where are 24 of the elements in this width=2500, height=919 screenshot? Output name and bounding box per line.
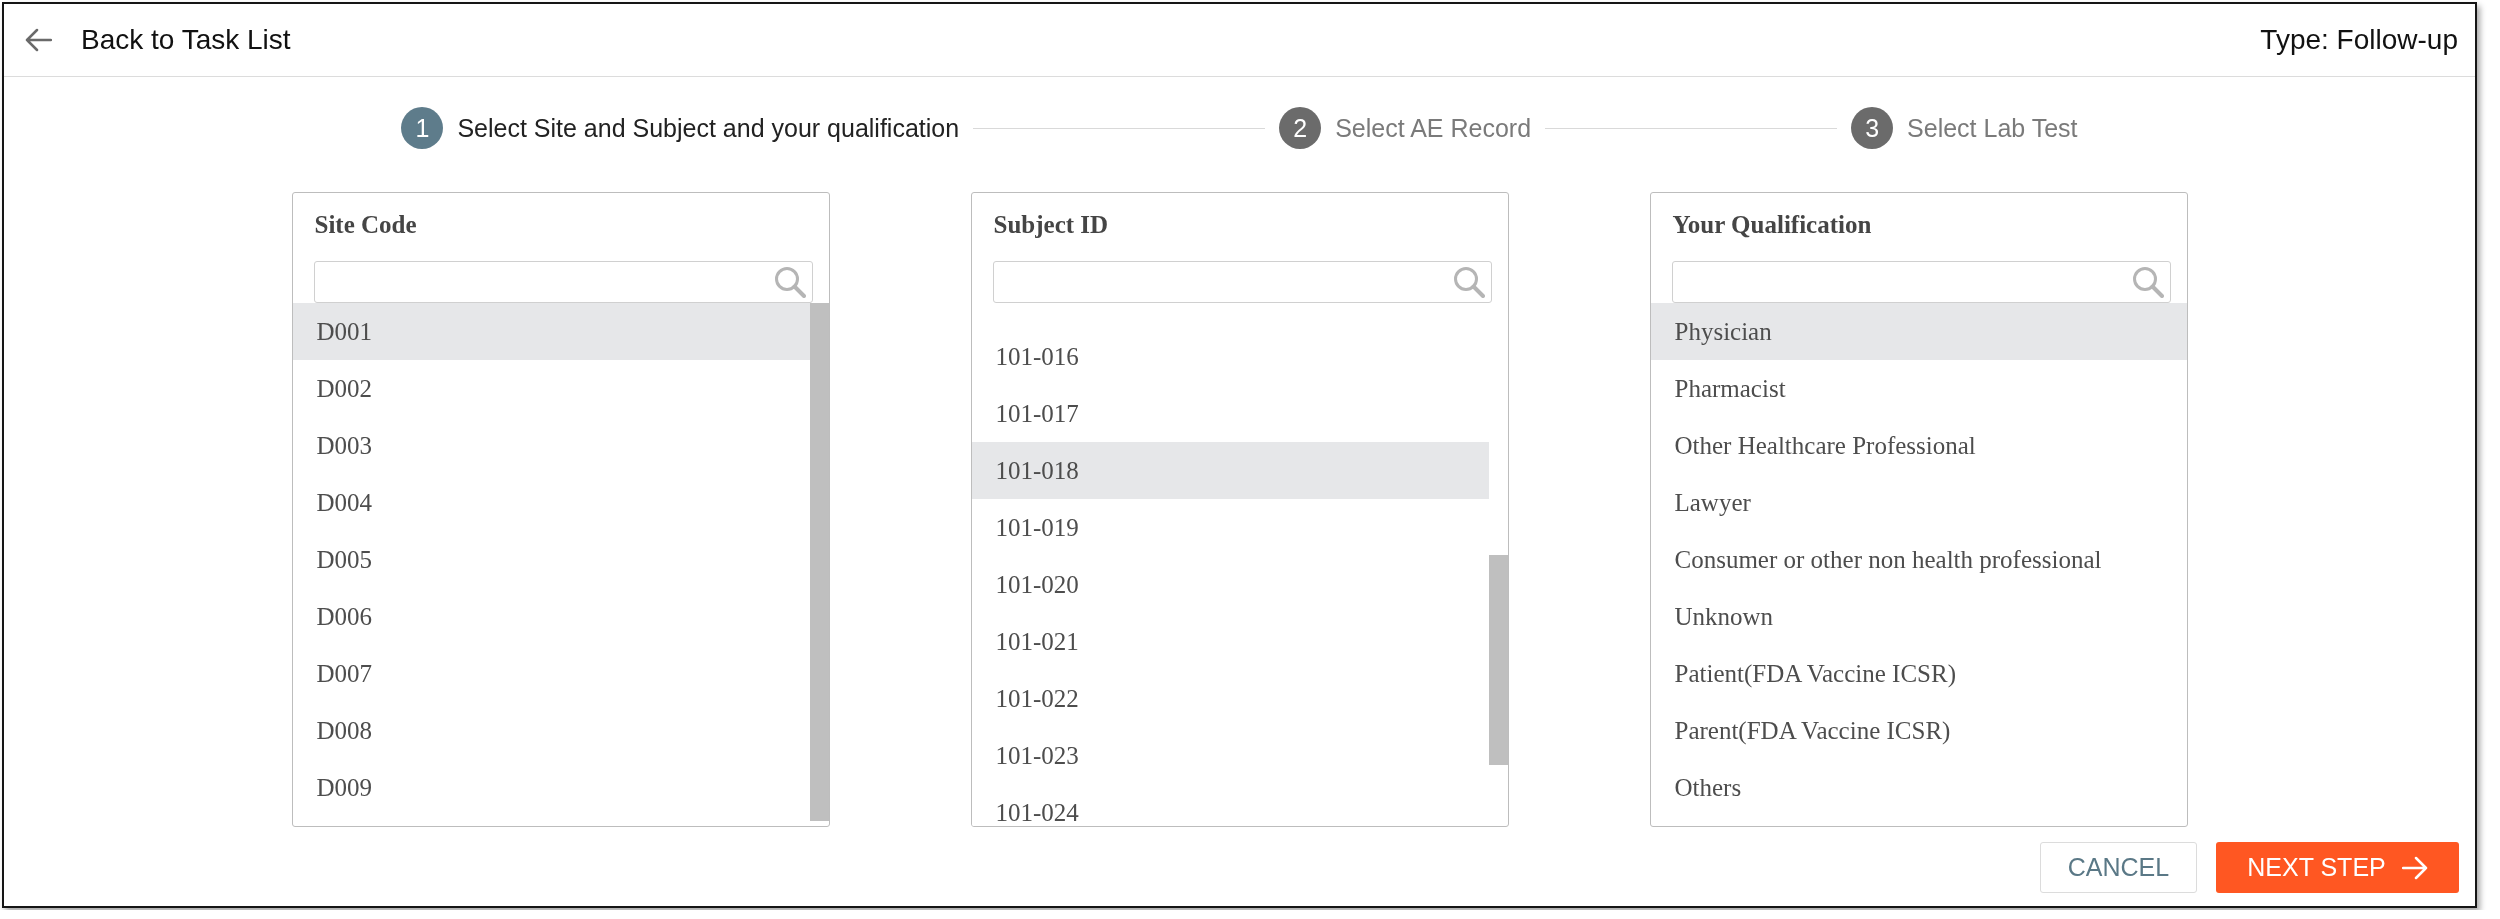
cancel-button[interactable]: CANCEL	[2040, 842, 2197, 893]
search-icon	[2131, 266, 2164, 298]
step-label: Select AE Record	[1335, 113, 1532, 143]
list-option[interactable]: Physician	[1650, 303, 2187, 360]
search-field[interactable]	[1671, 261, 2171, 303]
search-field[interactable]	[313, 261, 813, 303]
step-label: Select Lab Test	[1907, 113, 2078, 143]
back-button[interactable]: Back to Task List	[24, 24, 291, 56]
step-number: 3	[1851, 107, 1894, 149]
search-icon	[773, 266, 806, 298]
step-label: Select Site and Subject and your qualification	[457, 113, 960, 143]
scrollbar-thumb[interactable]	[809, 303, 829, 821]
step-number: 1	[401, 107, 444, 149]
panel-title: Site Code	[314, 210, 417, 240]
search-field[interactable]	[992, 261, 1492, 303]
step-number: 2	[1279, 107, 1322, 149]
list-option[interactable]: 101-018	[971, 442, 1489, 499]
arrow-left-icon	[24, 28, 52, 52]
task-type-label: Type: Follow-up	[2260, 24, 2458, 56]
panel-title: Your Qualification	[1672, 210, 1872, 240]
search-icon	[1452, 266, 1485, 298]
list-option[interactable]: D001	[292, 303, 810, 360]
panel-title: Subject ID	[993, 210, 1109, 240]
arrow-right-icon	[2401, 855, 2428, 880]
